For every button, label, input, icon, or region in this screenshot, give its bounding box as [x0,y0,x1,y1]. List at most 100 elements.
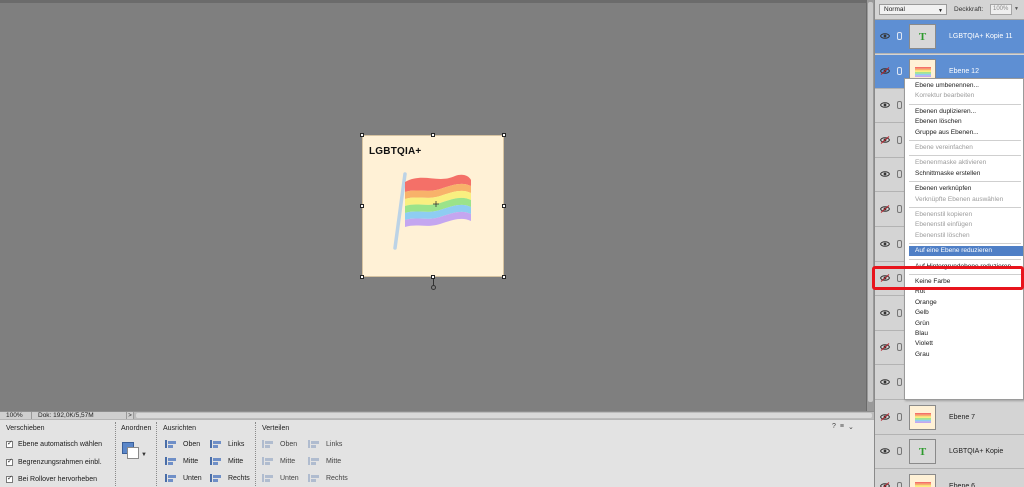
eye-icon[interactable] [879,447,891,455]
link-icon[interactable] [897,413,902,421]
menu-item[interactable]: Violett [905,339,1023,349]
rotation-handle[interactable] [431,285,436,290]
align-middle-button[interactable]: Mitte [165,456,198,466]
arrange-button[interactable]: ▼ [122,442,147,460]
link-icon[interactable] [897,378,902,386]
eye-hidden-icon[interactable] [879,136,891,144]
status-menu-arrow[interactable]: > [126,412,134,419]
help-icon[interactable]: ? [832,423,836,431]
eye-hidden-icon[interactable] [879,482,891,487]
highlight-rollover-checkbox[interactable]: Bei Rollover hervorheben [6,474,97,483]
transform-handle-mr[interactable] [502,204,506,208]
menu-item[interactable]: Auf eine Ebene reduzieren [909,246,1023,257]
link-icon[interactable] [897,309,902,317]
align-right-icon [210,473,222,483]
distribute-center-icon [308,456,320,466]
align-left-button[interactable]: Links [210,439,244,449]
transform-handle-br[interactable] [502,275,506,279]
menu-item[interactable]: Grau [905,350,1023,360]
distribute-top-button[interactable]: Oben [262,439,297,449]
canvas-area[interactable]: LGBTQIA+ [0,0,866,411]
menu-item[interactable]: Auf Hintergrundebene reduzieren [905,262,1023,272]
eye-hidden-icon[interactable] [879,205,891,213]
layer-name: LGBTQIA+ Kopie 11 [949,33,1013,40]
distribute-right-button[interactable]: Rechts [308,473,348,483]
layer-row[interactable]: T LGBTQIA+ Kopie [875,435,1024,469]
link-icon[interactable] [897,136,902,144]
menu-item[interactable]: Ebenen duplizieren... [905,107,1023,117]
opacity-input[interactable]: 100% [990,4,1012,15]
layer-row[interactable]: Ebene 6 [875,470,1024,487]
link-icon[interactable] [897,32,902,40]
link-icon[interactable] [897,205,902,213]
menu-item[interactable]: Ebene umbenennen... [905,81,1023,91]
distribute-middle-button[interactable]: Mitte [262,456,295,466]
text-layer-icon: T [909,439,936,464]
eye-icon[interactable] [879,378,891,386]
distribute-top-icon [262,439,274,449]
vertical-scrollbar[interactable] [866,0,874,411]
align-right-button[interactable]: Rechts [210,473,250,483]
menu-item[interactable]: Rot [905,287,1023,297]
document-canvas[interactable]: LGBTQIA+ [362,135,504,277]
panel-menu-icon[interactable]: ≡ [840,423,844,431]
transform-handle-ml[interactable] [360,204,364,208]
zoom-level[interactable]: 100% [0,412,32,419]
menu-item[interactable]: Gruppe aus Ebenen... [905,128,1023,138]
transform-handle-tr[interactable] [502,133,506,137]
align-center-icon [210,456,222,466]
distribute-bottom-icon [262,473,274,483]
eye-icon[interactable] [879,309,891,317]
layer-row[interactable]: Ebene 7 [875,401,1024,435]
menu-item[interactable]: Keine Farbe [905,277,1023,287]
checkbox-checked-icon[interactable] [6,439,13,448]
horizontal-scrollbar-thumb[interactable] [136,413,872,418]
menu-item[interactable]: Grün [905,319,1023,329]
eye-icon[interactable] [879,101,891,109]
show-bounding-box-checkbox[interactable]: Begrenzungsrahmen einbl. [6,457,102,466]
horizontal-scrollbar[interactable] [134,412,874,419]
link-icon[interactable] [897,482,902,487]
eye-icon[interactable] [879,170,891,178]
eye-icon[interactable] [879,240,891,248]
layer-thumbnail [909,405,936,430]
menu-item[interactable]: Schnittmaske erstellen [905,169,1023,179]
transform-handle-tc[interactable] [431,133,435,137]
layer-name: LGBTQIA+ Kopie [949,448,1004,455]
eye-hidden-icon[interactable] [879,67,891,75]
opacity-dropdown-icon[interactable]: ▼ [1014,4,1022,15]
distribute-left-button[interactable]: Links [308,439,342,449]
transform-handle-tl[interactable] [360,133,364,137]
align-options: Ausrichten Oben Mitte Unten Links Mitte … [157,420,257,487]
link-icon[interactable] [897,274,902,282]
link-icon[interactable] [897,240,902,248]
align-bottom-button[interactable]: Unten [165,473,202,483]
menu-item[interactable]: Ebenen löschen [905,117,1023,127]
eye-icon[interactable] [879,32,891,40]
align-bottom-icon [165,473,177,483]
transform-handle-bl[interactable] [360,275,364,279]
distribute-bottom-button[interactable]: Unten [262,473,299,483]
eye-hidden-icon[interactable] [879,413,891,421]
chevron-down-icon[interactable]: ⌄ [848,423,854,431]
link-icon[interactable] [897,101,902,109]
link-icon[interactable] [897,170,902,178]
eye-hidden-icon[interactable] [879,343,891,351]
menu-item[interactable]: Orange [905,298,1023,308]
checkbox-checked-icon[interactable] [6,474,13,483]
menu-item[interactable]: Ebenen verknüpfen [905,184,1023,194]
auto-select-layer-checkbox[interactable]: Ebene automatisch wählen [6,439,102,448]
align-center-button[interactable]: Mitte [210,456,243,466]
distribute-center-button[interactable]: Mitte [308,456,341,466]
vertical-scrollbar-thumb[interactable] [868,2,873,402]
checkbox-checked-icon[interactable] [6,457,13,466]
link-icon[interactable] [897,343,902,351]
align-top-button[interactable]: Oben [165,439,200,449]
eye-hidden-icon[interactable] [879,274,891,282]
link-icon[interactable] [897,447,902,455]
layer-row[interactable]: T LGBTQIA+ Kopie 11 [875,20,1024,54]
link-icon[interactable] [897,67,902,75]
menu-item[interactable]: Blau [905,329,1023,339]
blend-mode-select[interactable]: Normal ▼ [879,4,947,15]
menu-item[interactable]: Gelb [905,308,1023,318]
